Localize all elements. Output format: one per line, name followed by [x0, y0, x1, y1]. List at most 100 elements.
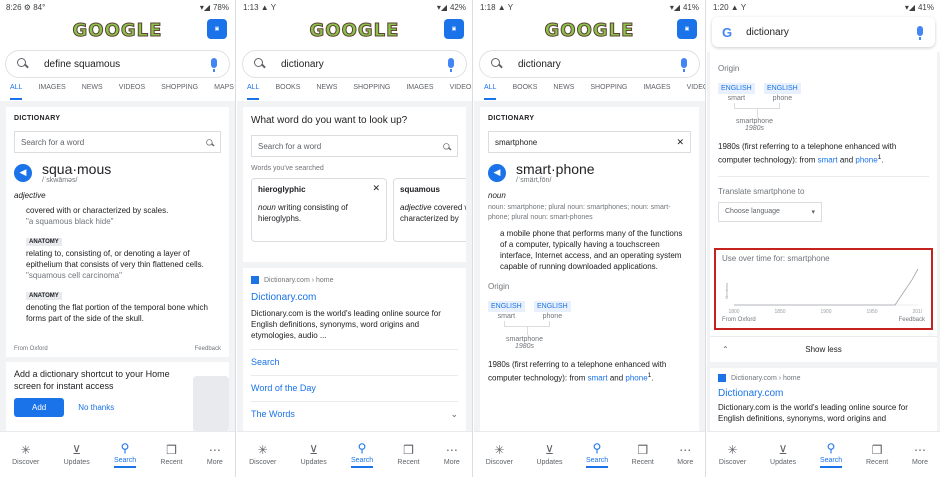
tab-videos[interactable]: VIDEOS	[450, 84, 472, 100]
language-select[interactable]: Choose language ▾	[718, 201, 822, 222]
sitelink-word-of-day[interactable]: Word of the Day	[251, 375, 458, 393]
nav-search[interactable]: ⚲ Search	[113, 440, 137, 468]
tab-all[interactable]: ALL	[247, 84, 260, 100]
search-icon	[253, 57, 267, 71]
search-icon: ⚲	[120, 440, 130, 455]
anatomy-tag: ANATOMY	[26, 238, 62, 246]
word-search-input[interactable]: Search for a word	[14, 131, 221, 153]
google-doodle[interactable]: GOOGLE	[0, 14, 235, 46]
bottom-nav: ✳ Discover ⊻ Updates ⚲ Search ❒ Recent ⋯ More	[0, 431, 235, 477]
headword: smart·phone	[516, 161, 595, 177]
nav-recent[interactable]: ❒ Recent	[397, 444, 419, 466]
tab-news[interactable]: NEWS	[316, 84, 337, 100]
mic-icon[interactable]	[448, 58, 454, 72]
nav-more[interactable]: ⋯ More	[444, 444, 460, 466]
screen-3: 1:18 ▲ Y ▾◢ 41% GOOGLE ▣ dictionary ALL BO…	[474, 0, 706, 477]
phonetic: /ˈsmärt,fōn/	[516, 177, 552, 184]
search-bar[interactable]: define squamous	[5, 50, 230, 78]
recent-icon: ❒	[871, 442, 883, 457]
feedback-link[interactable]: Feedback	[195, 346, 221, 352]
tab-news[interactable]: NEWS	[553, 84, 574, 100]
search-bar[interactable]: dictionary	[242, 50, 467, 78]
x-tick-label: 1950	[866, 309, 877, 315]
nav-recent[interactable]: ❒ Recent	[632, 444, 654, 466]
example-2: "squamous cell carcinoma"	[26, 271, 122, 280]
nav-more[interactable]: ⋯ More	[677, 444, 693, 466]
clear-icon[interactable]: ✕	[676, 137, 684, 148]
nav-discover[interactable]: ✳ Discover	[12, 444, 39, 466]
app-icon[interactable]: ▣	[677, 19, 697, 39]
tab-videos[interactable]: VIDEOS	[119, 84, 145, 100]
sitelink-search[interactable]: Search	[251, 349, 458, 367]
status-bar: 1:20 ▲ Y ▾◢ 41%	[713, 2, 934, 12]
nav-search[interactable]: ⚲ Search	[585, 442, 609, 468]
asterisk-icon: ✳	[20, 442, 31, 457]
screen-1: 8:26 ⚙ 84° ▾◢ 78% GOOGLE ▣ define squamou…	[0, 0, 236, 477]
nav-more[interactable]: ⋯ More	[207, 444, 223, 466]
google-doodle[interactable]: GOOGLE	[237, 14, 472, 46]
nav-search[interactable]: ⚲ Search	[350, 442, 374, 468]
nav-search[interactable]: ⚲ Search	[819, 442, 843, 468]
search-query[interactable]: define squamous	[44, 59, 120, 70]
speaker-icon[interactable]: ◀	[488, 163, 506, 182]
tab-news[interactable]: NEWS	[82, 84, 103, 100]
origin-label: Origin	[718, 64, 740, 73]
nav-recent[interactable]: ❒ Recent	[866, 444, 888, 466]
app-icon[interactable]: ▣	[444, 19, 464, 39]
usage-line	[734, 268, 919, 306]
tab-books[interactable]: BOOKS	[275, 84, 300, 100]
nav-recent[interactable]: ❒ Recent	[160, 444, 182, 466]
tab-shopping[interactable]: SHOPPING	[590, 84, 627, 100]
part-of-speech: adjective	[14, 191, 46, 200]
search-bar[interactable]: dictionary	[479, 50, 700, 78]
y-axis-label: Mentions	[724, 283, 729, 299]
asterisk-icon: ✳	[727, 442, 738, 457]
mic-icon[interactable]	[681, 58, 687, 72]
search-query[interactable]: dictionary	[281, 59, 324, 70]
tab-images[interactable]: IMAGES	[38, 84, 65, 100]
nav-more[interactable]: ⋯ More	[912, 444, 928, 466]
nav-discover[interactable]: ✳ Discover	[486, 444, 513, 466]
no-thanks-button[interactable]: No thanks	[78, 403, 114, 412]
search-query[interactable]: dictionary	[518, 59, 561, 70]
word-search-input[interactable]: smartphone ✕	[488, 131, 691, 153]
feedback-link[interactable]: Feedback	[899, 317, 925, 323]
tab-shopping[interactable]: SHOPPING	[161, 84, 198, 100]
sitelink-the-words[interactable]: The Words	[251, 409, 295, 420]
inbox-icon: ⊻	[545, 442, 554, 457]
tab-all[interactable]: ALL	[484, 84, 497, 100]
google-doodle[interactable]: GOOGLE	[474, 14, 705, 46]
origin-label: Origin	[488, 282, 510, 291]
nav-updates[interactable]: ⊻ Updates	[536, 444, 562, 466]
chevron-down-icon[interactable]: ⌄	[450, 409, 458, 420]
tab-shopping[interactable]: SHOPPING	[353, 84, 390, 100]
tab-all[interactable]: ALL	[10, 84, 23, 100]
lookup-heading: What word do you want to look up?	[251, 115, 408, 126]
tab-images[interactable]: IMAGES	[406, 84, 433, 100]
tab-books[interactable]: BOOKS	[512, 84, 537, 100]
nav-updates[interactable]: ⊻ Updates	[64, 444, 90, 466]
history-chip-hieroglyphic[interactable]: hieroglyphic ✕ noun writing consisting o…	[251, 178, 387, 242]
close-icon[interactable]: ✕	[372, 183, 380, 194]
search-bar[interactable]: Gdictionary	[712, 17, 935, 47]
tab-maps[interactable]: MAPS	[214, 84, 234, 100]
site-url: Dictionary.com › home	[264, 276, 334, 284]
result-title[interactable]: Dictionary.com	[718, 388, 929, 399]
add-button[interactable]: Add	[14, 398, 65, 417]
tab-videos[interactable]: VIDEO	[687, 84, 705, 100]
result-title[interactable]: Dictionary.com	[251, 292, 458, 303]
show-less-button[interactable]: ⌃ Show less	[710, 336, 937, 362]
history-chip-squamous[interactable]: squamous adjective covered with characte…	[393, 178, 466, 242]
nav-updates[interactable]: ⊻ Updates	[770, 444, 796, 466]
nav-discover[interactable]: ✳ Discover	[249, 444, 276, 466]
nav-updates[interactable]: ⊻ Updates	[301, 444, 327, 466]
status-bar: 8:26 ⚙ 84° ▾◢ 78%	[6, 2, 229, 12]
speaker-icon[interactable]: ◀	[14, 163, 32, 182]
tab-images[interactable]: IMAGES	[643, 84, 670, 100]
app-icon[interactable]: ▣	[207, 19, 227, 39]
mic-icon[interactable]	[211, 58, 217, 72]
search-query[interactable]: dictionary	[746, 27, 789, 38]
word-search-input[interactable]: Search for a word	[251, 135, 458, 157]
mic-icon[interactable]	[917, 26, 923, 40]
nav-discover[interactable]: ✳ Discover	[719, 444, 746, 466]
